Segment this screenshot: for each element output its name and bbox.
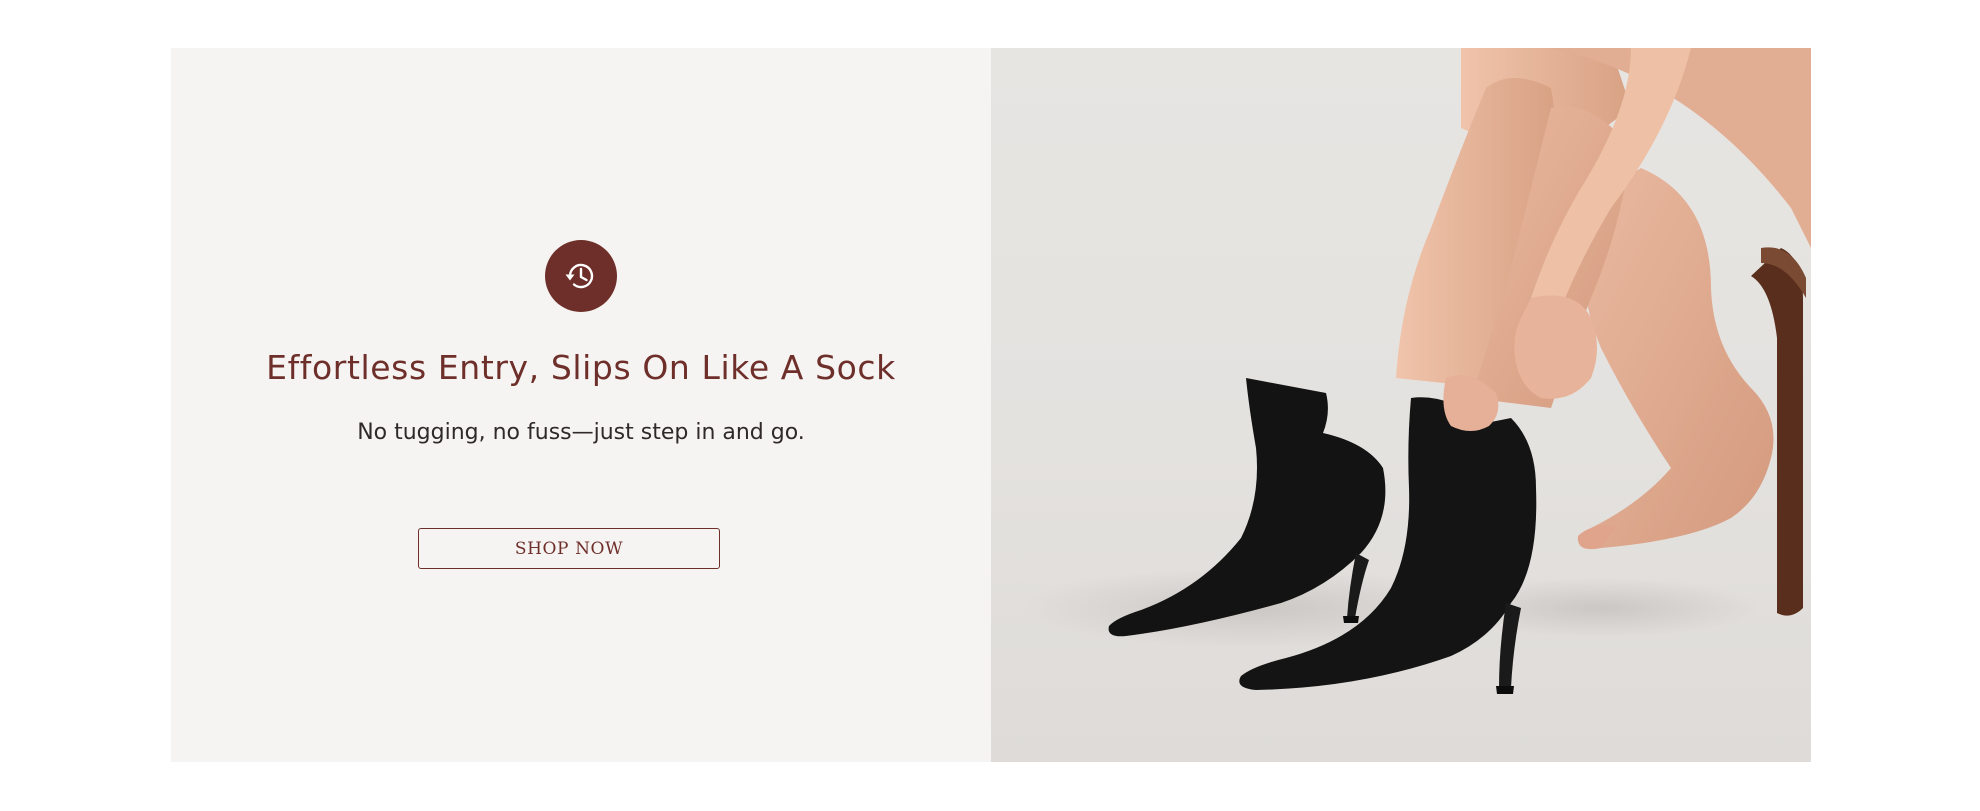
product-photo-illustration — [1021, 48, 1811, 694]
feature-subtext: No tugging, no fuss—just step in and go. — [357, 420, 805, 445]
history-clock-icon-glyph — [565, 263, 594, 289]
product-photo — [991, 48, 1811, 762]
feature-text-panel: Effortless Entry, Slips On Like A Sock N… — [171, 48, 991, 762]
feature-banner: Effortless Entry, Slips On Like A Sock N… — [171, 48, 1811, 762]
shop-now-button[interactable]: SHOP NOW — [418, 528, 720, 569]
feature-headline: Effortless Entry, Slips On Like A Sock — [266, 348, 896, 387]
history-clock-icon — [545, 240, 617, 312]
